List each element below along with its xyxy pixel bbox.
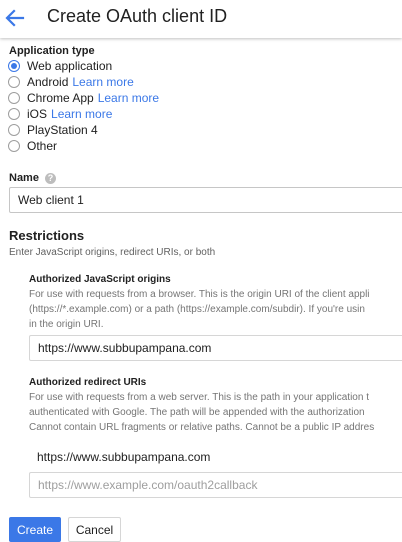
name-input[interactable] <box>9 187 402 213</box>
name-label: Name ? <box>9 172 56 184</box>
redirect-uris-description: For use with requests from a web server.… <box>29 390 374 435</box>
js-origins-description: For use with requests from a browser. Th… <box>29 287 370 332</box>
restrictions-subtitle: Enter JavaScript origins, redirect URIs,… <box>9 247 216 258</box>
radio-label: Other <box>27 139 58 153</box>
description-line: (https://*.example.com) or a path (https… <box>29 304 365 315</box>
radio-label: PlayStation 4 <box>27 123 98 137</box>
radio-option-ios[interactable]: iOS Learn more <box>8 106 159 122</box>
radio-option-other[interactable]: Other <box>8 138 159 154</box>
create-button[interactable]: Create <box>9 517 61 542</box>
learn-more-link-chrome-app[interactable]: Learn more <box>98 91 159 105</box>
name-label-text: Name <box>9 172 39 184</box>
learn-more-link-ios[interactable]: Learn more <box>51 107 112 121</box>
radio-button-web-application[interactable] <box>8 60 20 72</box>
radio-label: Android <box>27 75 69 89</box>
cancel-button[interactable]: Cancel <box>68 517 121 542</box>
radio-label: Web application <box>27 59 113 73</box>
radio-option-chrome-app[interactable]: Chrome App Learn more <box>8 90 159 106</box>
radio-label: Chrome App <box>27 91 94 105</box>
learn-more-link-android[interactable]: Learn more <box>72 75 133 89</box>
redirect-uri-new-input[interactable] <box>29 472 402 498</box>
radio-option-android[interactable]: Android Learn more <box>8 74 159 90</box>
app-header: Create OAuth client ID <box>0 0 402 38</box>
description-line: in the origin URI. <box>29 319 104 330</box>
radio-option-playstation-4[interactable]: PlayStation 4 <box>8 122 159 138</box>
description-line: For use with requests from a web server.… <box>29 392 369 403</box>
radio-label: iOS <box>27 107 48 121</box>
js-origin-input[interactable] <box>29 335 402 361</box>
application-type-label: Application type <box>9 45 95 57</box>
redirect-uri-input[interactable] <box>29 444 402 470</box>
radio-button-android[interactable] <box>8 76 20 88</box>
help-icon[interactable]: ? <box>44 172 56 184</box>
radio-button-ios[interactable] <box>8 108 20 120</box>
radio-button-playstation-4[interactable] <box>8 124 20 136</box>
redirect-uris-heading: Authorized redirect URIs <box>29 377 147 388</box>
js-origins-heading: Authorized JavaScript origins <box>29 274 171 285</box>
radio-button-chrome-app[interactable] <box>8 92 20 104</box>
description-line: Cannot contain URL fragments or relative… <box>29 422 375 433</box>
application-type-radio-group: Web application Android Learn more Chrom… <box>8 58 159 154</box>
description-line: For use with requests from a browser. Th… <box>29 289 370 300</box>
arrow-back-icon[interactable] <box>2 5 28 31</box>
page-title: Create OAuth client ID <box>47 6 228 26</box>
restrictions-heading: Restrictions <box>9 228 85 243</box>
radio-option-web-application[interactable]: Web application <box>8 58 159 74</box>
radio-button-other[interactable] <box>8 140 20 152</box>
description-line: authenticated with Google. The path will… <box>29 407 365 418</box>
